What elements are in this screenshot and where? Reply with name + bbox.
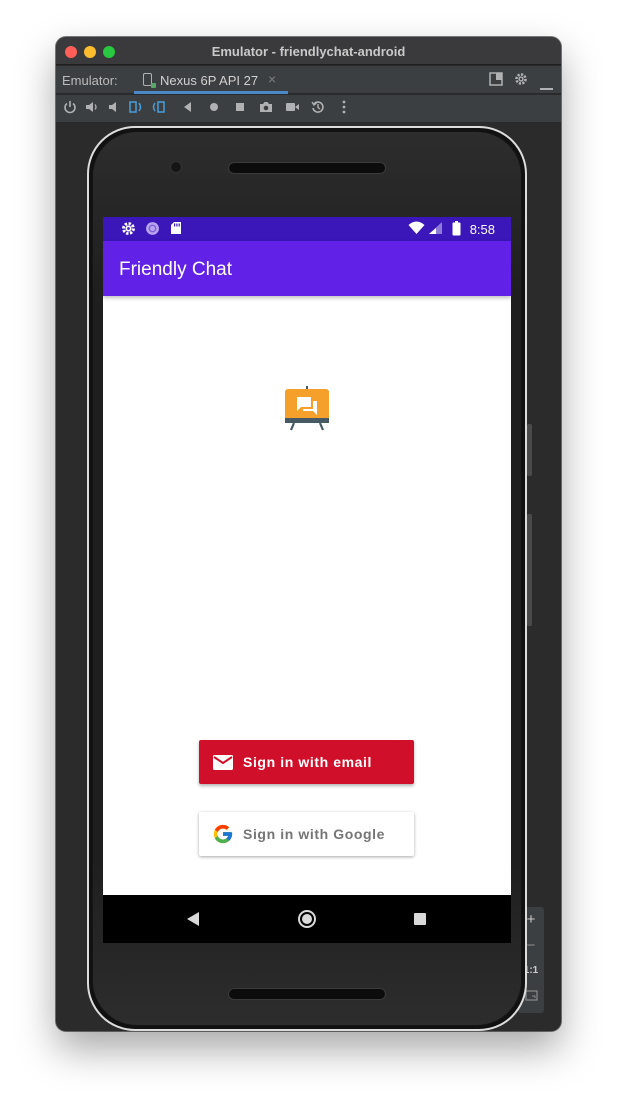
- rotate-right-icon[interactable]: [149, 100, 167, 118]
- tab-nexus-6p[interactable]: Nexus 6P API 27 ×: [134, 66, 288, 94]
- device-screen: 8:58 Friendly Chat Sign in with email Si…: [103, 217, 511, 943]
- tab-close-icon[interactable]: ×: [268, 71, 276, 87]
- sync-notification-icon: [144, 221, 160, 237]
- device-icon: [143, 73, 156, 88]
- emulator-toolbar: [56, 95, 561, 123]
- tab-label: Nexus 6P API 27: [160, 73, 259, 88]
- power-icon[interactable]: [61, 100, 79, 118]
- volume-key[interactable]: [527, 514, 532, 626]
- sign-in-email-button[interactable]: Sign in with email: [199, 740, 414, 784]
- overview-icon[interactable]: [231, 100, 249, 118]
- clock-time: 8:58: [469, 222, 495, 237]
- power-key[interactable]: [527, 424, 532, 476]
- rotate-left-icon[interactable]: [127, 100, 145, 118]
- nav-recents-icon[interactable]: [414, 913, 426, 925]
- email-envelope-icon: [212, 751, 234, 773]
- front-camera: [170, 161, 182, 173]
- friendly-chat-logo-icon: [284, 385, 330, 431]
- back-icon[interactable]: [179, 100, 197, 118]
- top-speaker: [228, 162, 386, 174]
- title-bar: Emulator - friendlychat-android: [56, 37, 561, 65]
- active-tab-indicator: [134, 91, 288, 94]
- tab-bar: Emulator: Nexus 6P API 27 ×: [56, 66, 561, 94]
- tab-prefix-label: Emulator:: [62, 73, 118, 88]
- settings-gear-icon[interactable]: [514, 72, 528, 89]
- navigation-bar: [103, 895, 511, 943]
- screenrecord-icon[interactable]: [283, 100, 301, 118]
- google-button-label: Sign in with Google: [243, 826, 386, 842]
- email-button-label: Sign in with email: [243, 754, 373, 770]
- nav-home-icon[interactable]: [298, 910, 316, 928]
- settings-notification-icon: [120, 221, 136, 237]
- home-icon[interactable]: [205, 100, 223, 118]
- nav-back-icon[interactable]: [187, 912, 199, 926]
- cell-signal-icon: [427, 221, 443, 237]
- screenshot-icon[interactable]: [257, 100, 275, 118]
- app-bar: Friendly Chat: [103, 241, 511, 296]
- bottom-speaker: [228, 988, 386, 1000]
- volume-up-icon[interactable]: [83, 100, 101, 118]
- status-bar: 8:58: [103, 217, 511, 241]
- volume-down-icon[interactable]: [105, 100, 123, 118]
- wifi-icon: [408, 221, 425, 237]
- more-icon[interactable]: [335, 100, 353, 118]
- snapshot-icon[interactable]: [309, 100, 327, 118]
- battery-icon: [448, 221, 464, 237]
- window-title: Emulator - friendlychat-android: [211, 44, 406, 59]
- hide-panel-icon[interactable]: [540, 78, 553, 94]
- window-mode-icon[interactable]: [489, 72, 503, 89]
- sd-card-icon: [168, 221, 184, 237]
- sign-in-google-button[interactable]: Sign in with Google: [199, 812, 414, 856]
- app-title: Friendly Chat: [119, 259, 232, 280]
- google-g-icon: [212, 823, 234, 845]
